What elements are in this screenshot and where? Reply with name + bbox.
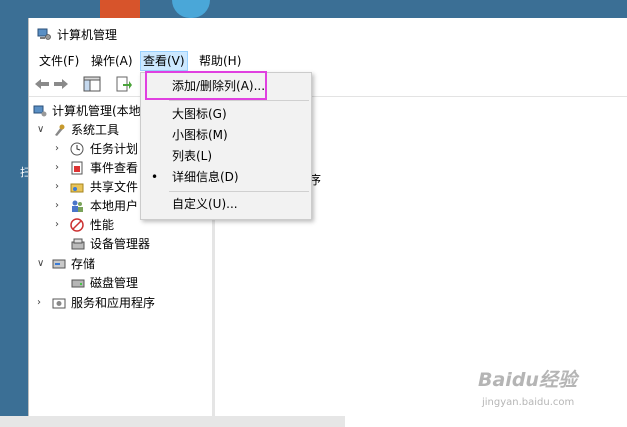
chevron-right-icon[interactable]: › [55, 159, 65, 177]
menu-separator [169, 191, 309, 192]
tree-label: 服务和应用程序 [71, 296, 156, 310]
shared-folder-icon [70, 183, 84, 193]
toolbar [29, 72, 627, 97]
menu-item-large-icons[interactable]: 大图标(G) [142, 104, 310, 124]
chevron-right-icon[interactable]: › [55, 197, 65, 215]
desktop-left-strip: 扫 [0, 0, 31, 427]
tree-item-device-manager[interactable]: 设备管理器 [71, 235, 211, 253]
tree-label: 任务计划 [90, 142, 139, 156]
title-bar: 计算机管理 [29, 18, 627, 48]
chevron-down-icon[interactable]: ∨ [37, 255, 47, 273]
tree-label: 存储 [71, 257, 96, 271]
tree-label: 事件查看 [90, 161, 139, 175]
device-manager-icon [71, 238, 85, 250]
chevron-right-icon[interactable]: › [55, 216, 65, 234]
tree-label: 计算机管理(本地 [52, 104, 141, 118]
tree-label: 系统工具 [71, 123, 120, 137]
menu-item-customize[interactable]: 自定义(U)... [142, 194, 310, 214]
watermark-url: jingyan.baidu.com [482, 397, 575, 408]
desktop-icon-orange [100, 0, 140, 18]
show-hide-tree-icon[interactable] [83, 76, 101, 92]
menu-item-list[interactable]: 列表(L) [142, 146, 310, 166]
services-icon [52, 298, 66, 309]
export-list-icon[interactable] [115, 76, 133, 92]
tree-label: 本地用户 [90, 199, 139, 213]
chevron-right-icon[interactable]: › [37, 294, 47, 312]
forward-arrow-icon[interactable] [52, 76, 70, 92]
selected-dot-icon: • [151, 170, 159, 184]
computer-management-icon [33, 105, 47, 117]
tree-item-disk-management[interactable]: 磁盘管理 [71, 274, 211, 292]
menu-bar: 文件(F) 操作(A) 查看(V) 帮助(H) [29, 50, 627, 71]
menu-item-label: 详细信息(D) [172, 170, 239, 184]
menu-item-details[interactable]: • 详细信息(D) [142, 167, 310, 187]
chevron-down-icon[interactable]: ∨ [37, 121, 47, 139]
storage-icon [52, 259, 66, 269]
window-title: 计算机管理 [57, 28, 118, 42]
tools-icon [55, 124, 65, 136]
menu-view[interactable]: 查看(V) [140, 51, 188, 71]
desktop-icon-blue [172, 0, 210, 18]
menu-item-label: 列表(L) [172, 149, 213, 163]
menu-action[interactable]: 操作(A) [89, 52, 135, 70]
menu-item-label: 小图标(M) [172, 128, 228, 142]
desktop-top-strip [0, 0, 627, 18]
tree-label: 设备管理器 [90, 237, 151, 251]
clock-icon [70, 142, 84, 156]
computer-management-window: 计算机管理 文件(F) 操作(A) 查看(V) 帮助(H) 计算机管理(本地 ∨… [28, 18, 627, 416]
users-icon [72, 200, 83, 212]
tree-label: 性能 [90, 218, 115, 232]
annotation-highlight-box [145, 71, 267, 100]
menu-item-label: 大图标(G) [172, 107, 227, 121]
back-arrow-icon[interactable] [33, 76, 51, 92]
menu-item-label: 自定义(U)... [172, 197, 238, 211]
menu-file[interactable]: 文件(F) [37, 52, 81, 70]
tree-item-services-apps[interactable]: › 服务和应用程序 [37, 294, 212, 312]
menu-item-small-icons[interactable]: 小图标(M) [142, 125, 310, 145]
watermark: Baidu经验 jingyan.baidu.com [478, 365, 598, 415]
tree-item-storage[interactable]: ∨ 存储 [37, 255, 207, 273]
tree-label: 共享文件 [90, 180, 139, 194]
event-viewer-icon [71, 161, 83, 175]
performance-icon [70, 218, 84, 232]
menu-help[interactable]: 帮助(H) [197, 52, 243, 70]
watermark-brand: Baidu经验 [478, 369, 577, 391]
chevron-right-icon[interactable]: › [55, 140, 65, 158]
tree-label: 磁盘管理 [90, 276, 139, 290]
taskbar-fragment [0, 416, 345, 427]
menu-separator [169, 100, 309, 101]
chevron-right-icon[interactable]: › [55, 178, 65, 196]
computer-management-icon [37, 28, 51, 40]
disk-icon [71, 279, 85, 288]
